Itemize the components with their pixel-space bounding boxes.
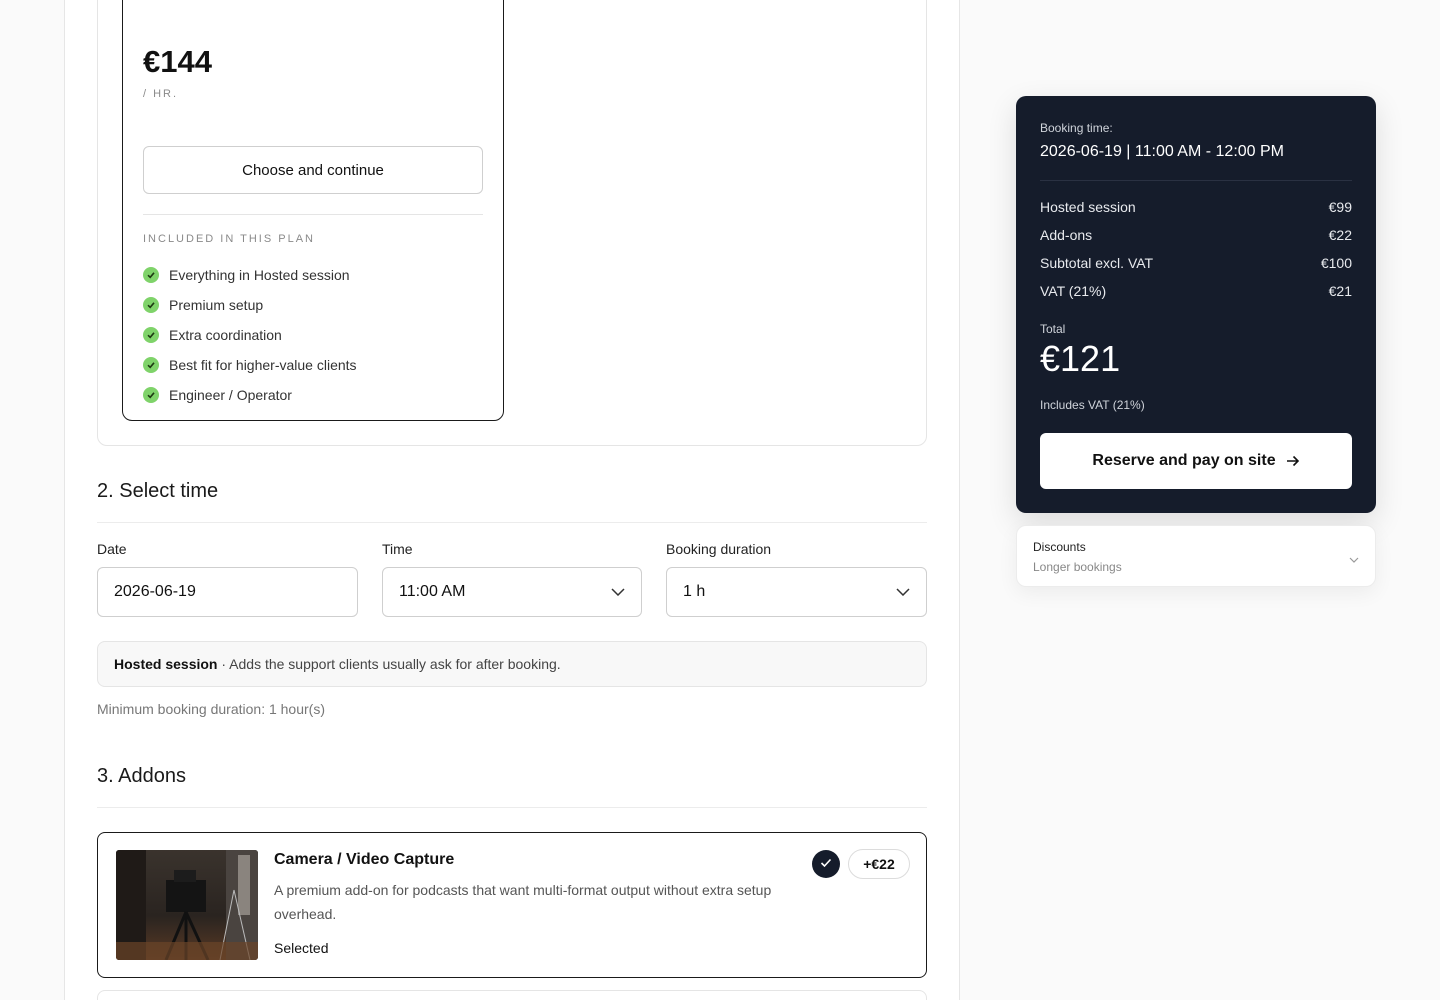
addon-status: Selected: [274, 940, 329, 956]
chevron-down-icon: [896, 583, 910, 601]
booking-summary: Booking time: 2026-06-19 | 11:00 AM - 12…: [1016, 96, 1376, 513]
chevron-down-icon: [611, 583, 625, 601]
feature-label: Engineer / Operator: [169, 387, 292, 403]
arrow-right-icon: [1286, 455, 1300, 467]
feature-label: Best fit for higher-value clients: [169, 357, 357, 373]
select-time-title: 2. Select time: [97, 480, 219, 502]
time-label: Time: [382, 541, 413, 557]
date-label: Date: [97, 541, 127, 557]
feature-list: Everything in Hosted session Premium set…: [143, 260, 357, 410]
date-value: 2026-06-19: [114, 583, 196, 600]
feature-label: Extra coordination: [169, 327, 282, 343]
reserve-button-label: Reserve and pay on site: [1092, 452, 1276, 469]
plan-unit: / HR.: [143, 88, 179, 100]
check-icon: [143, 327, 159, 343]
included-label: INCLUDED IN THIS PLAN: [143, 233, 315, 245]
banner-session-name: Hosted session: [114, 656, 218, 672]
section-divider: [97, 807, 927, 808]
discounts-subtitle: Longer bookings: [1033, 560, 1122, 574]
price-row-label: VAT (21%): [1040, 283, 1107, 299]
vat-note: Includes VAT (21%): [1040, 398, 1145, 412]
price-row: Hosted session €99: [1040, 193, 1352, 221]
addon-price-badge: +€22: [848, 849, 910, 879]
price-row: Subtotal excl. VAT €100: [1040, 249, 1352, 277]
chevron-down-icon: [1349, 550, 1359, 568]
duration-label: Booking duration: [666, 541, 772, 557]
choose-and-continue-button[interactable]: Choose and continue: [143, 146, 483, 194]
time-select[interactable]: 11:00 AM: [382, 567, 642, 617]
price-row: VAT (21%) €21: [1040, 277, 1352, 305]
price-row-value: €99: [1328, 199, 1352, 215]
date-input[interactable]: 2026-06-19: [97, 567, 358, 617]
feature-label: Everything in Hosted session: [169, 267, 350, 283]
section-divider: [97, 522, 927, 523]
feature-item: Best fit for higher-value clients: [143, 350, 357, 380]
addon-title: Camera / Video Capture: [274, 851, 455, 868]
time-value: 11:00 AM: [399, 583, 466, 600]
addon-selected-checkbox[interactable]: [812, 850, 840, 878]
addons-title: 3. Addons: [97, 765, 186, 787]
discounts-title: Discounts: [1033, 540, 1086, 554]
check-icon: [820, 855, 832, 873]
feature-label: Premium setup: [169, 297, 264, 313]
price-row-label: Add-ons: [1040, 227, 1093, 243]
price-row-label: Subtotal excl. VAT: [1040, 255, 1154, 271]
reserve-button[interactable]: Reserve and pay on site: [1040, 433, 1352, 489]
min-duration-note: Minimum booking duration: 1 hour(s): [97, 701, 325, 717]
addon-card-next[interactable]: [97, 990, 927, 1000]
price-row-value: €22: [1328, 227, 1352, 243]
feature-item: Premium setup: [143, 290, 357, 320]
plan-price: €144: [143, 44, 212, 79]
feature-item: Everything in Hosted session: [143, 260, 357, 290]
duration-select[interactable]: 1 h: [666, 567, 927, 617]
discounts-accordion[interactable]: Discounts Longer bookings: [1016, 525, 1376, 587]
check-icon: [143, 387, 159, 403]
summary-divider: [1040, 180, 1352, 181]
total-label: Total: [1040, 322, 1066, 336]
duration-value: 1 h: [683, 583, 706, 600]
price-row-label: Hosted session: [1040, 199, 1136, 215]
feature-item: Engineer / Operator: [143, 380, 357, 410]
price-row-value: €21: [1328, 283, 1352, 299]
plan-divider: [143, 214, 483, 215]
check-icon: [143, 297, 159, 313]
session-info-banner: Hosted session · Adds the support client…: [97, 641, 927, 687]
addon-description: A premium add-on for podcasts that want …: [274, 882, 772, 922]
booking-time-value: 2026-06-19 | 11:00 AM - 12:00 PM: [1040, 143, 1285, 160]
price-row-value: €100: [1320, 255, 1352, 271]
banner-text: · Adds the support clients usually ask f…: [217, 656, 561, 672]
price-breakdown: Hosted session €99 Add-ons €22 Subtotal …: [1040, 193, 1352, 305]
price-row: Add-ons €22: [1040, 221, 1352, 249]
check-icon: [143, 357, 159, 373]
feature-item: Extra coordination: [143, 320, 357, 350]
addon-image: [116, 850, 258, 960]
check-icon: [143, 267, 159, 283]
total-value: €121: [1040, 338, 1121, 379]
booking-time-label: Booking time:: [1040, 121, 1113, 135]
